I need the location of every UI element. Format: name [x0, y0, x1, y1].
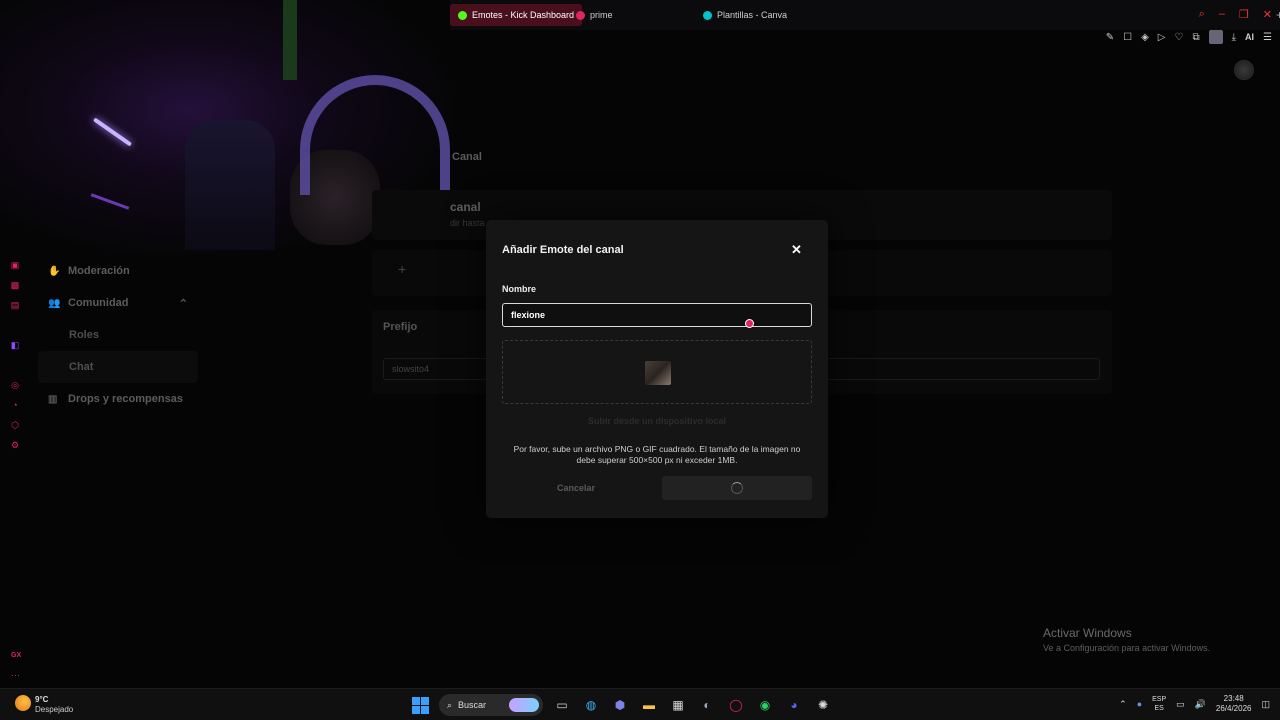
weather-icon[interactable]	[15, 695, 31, 711]
people-icon: 👥	[48, 297, 61, 309]
cancel-button[interactable]: Cancelar	[502, 476, 650, 500]
user-avatar[interactable]	[1234, 60, 1254, 80]
sidebar-item-comunidad[interactable]: 👥 Comunidad ⌃	[38, 287, 198, 319]
menu-icon[interactable]: ☰	[1263, 32, 1272, 43]
ai-button[interactable]: AI	[1245, 32, 1254, 42]
video-icon[interactable]: ▤	[8, 298, 22, 312]
tab-canva[interactable]: Plantillas - Canva	[695, 4, 795, 26]
steam-icon[interactable]: ◐	[697, 695, 717, 715]
opera-icon	[576, 10, 585, 20]
download-icon[interactable]: ⤓	[1232, 32, 1236, 43]
chevron-up-icon[interactable]: ⌃	[1119, 699, 1127, 710]
microphone-icon[interactable]: ●	[1137, 699, 1142, 709]
card-subtitle: dir hasta	[450, 218, 485, 228]
teams-icon[interactable]: ⬢	[610, 695, 630, 715]
canva-icon	[703, 10, 712, 20]
volume-icon[interactable]: 🔊	[1195, 699, 1206, 710]
maximize-button[interactable]: ❐	[1239, 8, 1249, 21]
clock[interactable]: 23:48 26/4/2026	[1216, 694, 1252, 714]
gift-icon[interactable]: ▩	[8, 278, 22, 292]
close-icon[interactable]: ✕	[791, 242, 802, 258]
shield-icon[interactable]: ◈	[1141, 32, 1149, 43]
search-icon: ⌕	[447, 699, 453, 710]
file-explorer-icon[interactable]: ▬	[639, 695, 659, 715]
card-title: canal	[450, 200, 481, 214]
sidebar-item-drops[interactable]: ▥ Drops y recompensas	[38, 383, 198, 415]
play-icon[interactable]: ▷	[1158, 32, 1166, 43]
headphones	[300, 75, 450, 195]
hand-icon: ✋	[48, 265, 61, 277]
opera-gx-icon[interactable]: ◯	[726, 695, 746, 715]
sidebar-item-chat[interactable]: Chat	[38, 351, 198, 383]
edge-icon[interactable]: ◍	[581, 695, 601, 715]
search-highlight-icon	[509, 698, 539, 712]
window-controls: ⌕ – ❐ ✕	[1199, 8, 1272, 21]
activate-windows-subtitle: Ve a Configuración para activar Windows.	[1043, 643, 1211, 653]
system-tray: ⌃ ● ESP ES ▭ 🔊 23:48 26/4/2026 ◫	[1119, 694, 1270, 714]
browser-toolbar: ✎ ☐ ◈ ▷ ♡ ⧉ ⤓ AI ☰	[1106, 30, 1272, 44]
sidebar-item-moderacion[interactable]: ✋ Moderación	[38, 255, 198, 287]
tab-kick-emotes[interactable]: Emotes - Kick Dashboard	[450, 4, 583, 26]
temperature: 9°C	[35, 695, 49, 704]
loading-spinner-icon	[731, 482, 743, 494]
close-window-button[interactable]: ✕	[1263, 8, 1272, 21]
store-icon[interactable]: ▦	[668, 695, 688, 715]
taskbar: 9°C Despejado ⌕ Buscar ▭ ◍ ⬢ ▬ ▦ ◐ ◯ ◉ ◕…	[0, 688, 1280, 720]
task-view-icon[interactable]: ▭	[552, 695, 572, 715]
prefix-title: Prefijo	[383, 321, 418, 333]
screen: Emotes - Kick Dashboard prime Plantillas…	[0, 0, 1280, 720]
pin-icon[interactable]: ✎	[1106, 32, 1114, 43]
chatgpt-icon[interactable]: ✺	[813, 695, 833, 715]
twitch-icon[interactable]: ◧	[8, 338, 22, 352]
taskbar-apps: ⌕ Buscar ▭ ◍ ⬢ ▬ ▦ ◐ ◯ ◉ ◕ ✺	[410, 694, 833, 716]
snapshot-icon[interactable]: ☐	[1123, 32, 1132, 43]
plus-icon[interactable]: +	[398, 261, 406, 277]
more-icon[interactable]: ···	[11, 670, 20, 680]
windows-start-icon[interactable]	[410, 695, 430, 715]
opera-sidebar-rail: ▣ ▩ ▤ ◧ ◎ ◔ ⬡ ⚙	[8, 258, 28, 452]
modal-title: Añadir Emote del canal	[502, 244, 624, 256]
network-icon[interactable]: ▭	[1176, 699, 1185, 710]
discord-icon[interactable]: ◕	[784, 695, 804, 715]
gx-icon[interactable]: GX	[11, 652, 21, 659]
sidebar-item-roles[interactable]: Roles	[38, 319, 198, 351]
history-icon[interactable]: ◔	[8, 398, 22, 412]
emote-preview-image	[645, 361, 671, 385]
store-icon[interactable]: ▣	[8, 258, 22, 272]
search-icon[interactable]: ⌕	[1199, 8, 1205, 21]
dashboard-sidebar: ✋ Moderación 👥 Comunidad ⌃ Roles Chat ▥ …	[38, 255, 198, 415]
extensions-rail-icon[interactable]: ⬡	[8, 418, 22, 432]
browser-tabbar: Emotes - Kick Dashboard prime Plantillas…	[450, 0, 1280, 30]
notification-icon[interactable]: ◫	[1261, 699, 1270, 710]
image-dropzone[interactable]	[502, 340, 812, 404]
taskbar-search[interactable]: ⌕ Buscar	[439, 694, 543, 716]
activate-windows-title: Activar Windows	[1043, 626, 1132, 640]
settings-icon[interactable]: ⚙	[8, 438, 22, 452]
extensions-icon[interactable]: ⧉	[1192, 32, 1199, 43]
mouse-cursor	[745, 319, 754, 328]
profile-avatar[interactable]	[1208, 30, 1223, 44]
new-tab-button[interactable]: +	[1276, 8, 1280, 22]
name-label: Nombre	[502, 284, 537, 294]
chevron-up-icon: ⌃	[178, 297, 188, 310]
heart-icon[interactable]: ♡	[1175, 32, 1184, 43]
kick-icon	[458, 10, 467, 20]
minimize-button[interactable]: –	[1219, 8, 1225, 21]
add-emote-modal: Añadir Emote del canal ✕ Nombre Subir de…	[486, 220, 828, 518]
upload-local-label[interactable]: Subir desde un dispositivo local	[502, 416, 812, 426]
gift-icon: ▥	[48, 393, 58, 405]
submit-button[interactable]	[662, 476, 812, 500]
tab-prime[interactable]: prime	[568, 4, 621, 26]
whatsapp-icon[interactable]: ◉	[755, 695, 775, 715]
language-indicator[interactable]: ESP ES	[1152, 695, 1166, 713]
section-title: Canal	[452, 151, 482, 163]
name-input[interactable]	[502, 303, 812, 327]
player-icon[interactable]: ◎	[8, 378, 22, 392]
upload-hint: Por favor, sube un archivo PNG o GIF cua…	[513, 444, 801, 465]
weather-description: Despejado	[35, 705, 74, 714]
